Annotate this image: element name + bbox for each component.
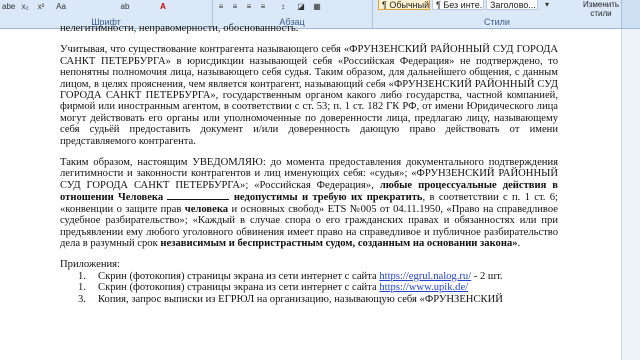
attachments-title: Приложения: <box>60 259 120 271</box>
borders-icon[interactable]: ▦ <box>312 2 322 11</box>
change-case-button[interactable]: Аа <box>56 2 66 11</box>
document-page[interactable]: нелегитимности, неправомерности, обоснов… <box>0 23 640 360</box>
paragraph-2: Таким образом, настоящим УВЕДОМЛЯЮ: до м… <box>60 157 558 249</box>
shading-icon[interactable]: ◪ <box>296 2 306 11</box>
document-body[interactable]: нелегитимности, неправомерности, обоснов… <box>60 23 558 305</box>
attachment-item: 1. Скрин (фотокопия) страницы экрана из … <box>78 270 503 282</box>
style-no-spacing[interactable]: ¶ Без инте... <box>432 0 484 10</box>
top-line: нелегитимности, неправомерности, обоснов… <box>60 23 299 34</box>
line-spacing-icon[interactable]: ↕ <box>278 2 288 11</box>
font-color-button[interactable]: A <box>158 2 168 11</box>
align-center-icon[interactable]: ≡ <box>230 2 240 11</box>
subscript-button[interactable]: x₂ <box>20 2 30 11</box>
paragraph-2-bold-2: недопустимы и требую их прекратить <box>233 192 423 204</box>
ribbon-edge <box>621 0 640 28</box>
change-styles-button[interactable]: Изменить стили <box>580 0 622 26</box>
strikethrough-button[interactable]: abe <box>2 2 15 11</box>
name-blank <box>167 191 230 201</box>
attachment-suffix: - 2 шт. <box>471 270 503 282</box>
paragraph-2-bold-4: независимым и беспристрастным судом, соз… <box>160 237 518 249</box>
justify-icon[interactable]: ≡ <box>258 2 268 11</box>
attachment-item: 3. Копия, запрос выписки из ЕГРЮЛ на орг… <box>78 293 503 305</box>
paragraph-2-final: . <box>517 237 521 249</box>
highlight-button[interactable]: ab <box>120 2 130 11</box>
paragraph-2-bold-3: человека <box>184 203 229 215</box>
superscript-button[interactable]: x² <box>36 2 46 11</box>
vertical-scrollbar[interactable] <box>621 29 640 360</box>
attachment-link[interactable]: https://www.upik.de/ <box>379 282 468 293</box>
style-normal[interactable]: ¶ Обычный <box>378 0 430 10</box>
attachment-text: Скрин (фотокопия) страницы экрана из сет… <box>98 270 377 282</box>
align-right-icon[interactable]: ≡ <box>244 2 254 11</box>
paragraph-1: Учитывая, что существование контрагента … <box>60 44 558 147</box>
styles-more-icon[interactable]: ▾ <box>542 0 552 9</box>
align-left-icon[interactable]: ≡ <box>216 2 226 11</box>
attachment-text: Копия, запрос выписки из ЕГРЮЛ на органи… <box>98 293 503 305</box>
attachment-item: 1. Скрин (фотокопия) страницы экрана из … <box>78 282 469 294</box>
attachment-link[interactable]: https://egrul.nalog.ru/ <box>379 271 471 282</box>
attachments-list: 1. Скрин (фотокопия) страницы экрана из … <box>60 271 558 305</box>
attachment-text: Скрин (фотокопия) страницы экрана из сет… <box>98 282 377 294</box>
style-heading[interactable]: Заголово... <box>486 0 538 10</box>
